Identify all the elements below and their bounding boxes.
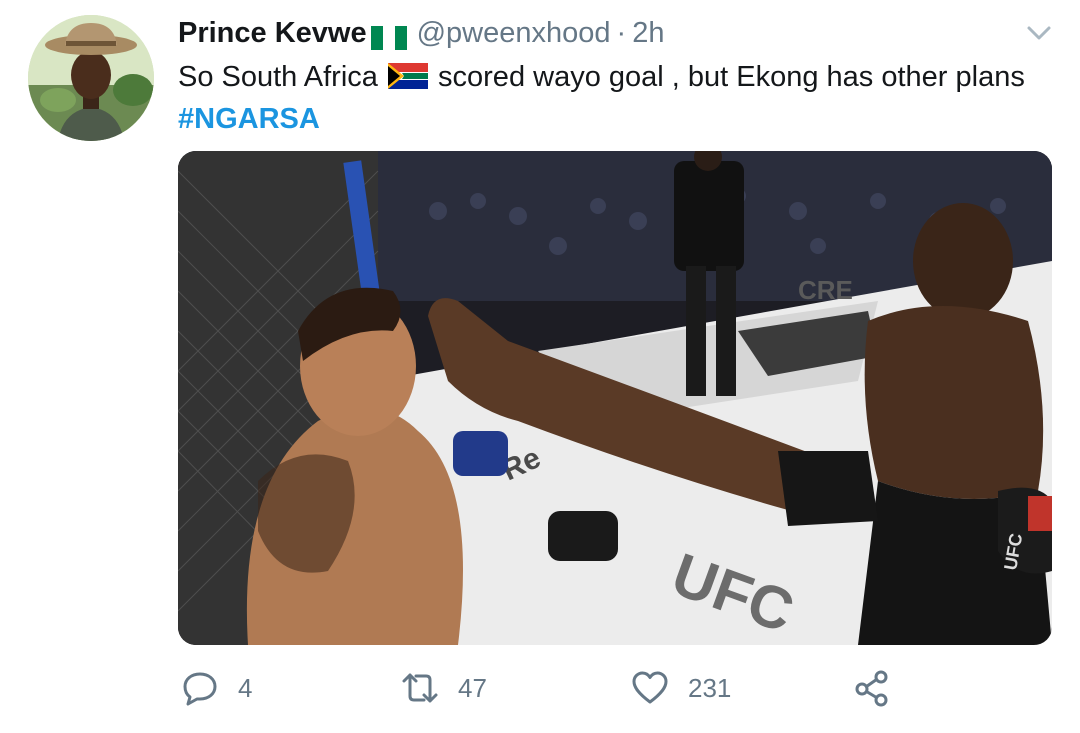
- retweet-icon: [402, 673, 438, 703]
- like-count: 231: [688, 672, 732, 703]
- nigeria-flag-icon: [370, 22, 407, 50]
- tweet-text: So South Africa scored wayo goal , but E…: [178, 56, 1038, 140]
- reply-count: 4: [238, 672, 253, 703]
- tweet-card[interactable]: Prince Kevwe @pweenxhood · 2h So South A…: [0, 0, 1080, 733]
- tweet-actions: 4 47 231: [0, 668, 1080, 718]
- retweet-button[interactable]: 47: [400, 668, 487, 708]
- reply-icon: [183, 672, 217, 706]
- retweet-count: 47: [458, 672, 487, 703]
- tweet-text-part1: So South Africa: [178, 61, 378, 93]
- author-handle[interactable]: @pweenxhood: [417, 14, 611, 52]
- chevron-down-icon[interactable]: [1024, 22, 1054, 44]
- tweet-text-part2: scored wayo goal , but Ekong has other p…: [429, 61, 1025, 93]
- reply-button[interactable]: 4: [180, 668, 252, 708]
- share-icon: [855, 670, 888, 707]
- heart-icon: [632, 671, 668, 704]
- hashtag-link[interactable]: #NGARSA: [178, 103, 320, 135]
- share-button[interactable]: [852, 668, 892, 708]
- tweet-header: Prince Kevwe @pweenxhood · 2h: [178, 14, 664, 52]
- tweet-timestamp[interactable]: 2h: [632, 14, 664, 52]
- author-avatar[interactable]: [28, 15, 154, 141]
- tweet-media-image[interactable]: CRE UFC Re UFC: [178, 151, 1052, 645]
- south-africa-flag-icon: [387, 59, 428, 89]
- like-button[interactable]: 231: [630, 668, 731, 708]
- author-name[interactable]: Prince Kevwe: [178, 14, 367, 52]
- header-separator: ·: [616, 17, 627, 49]
- octagon-sign-text: CRE: [798, 275, 853, 305]
